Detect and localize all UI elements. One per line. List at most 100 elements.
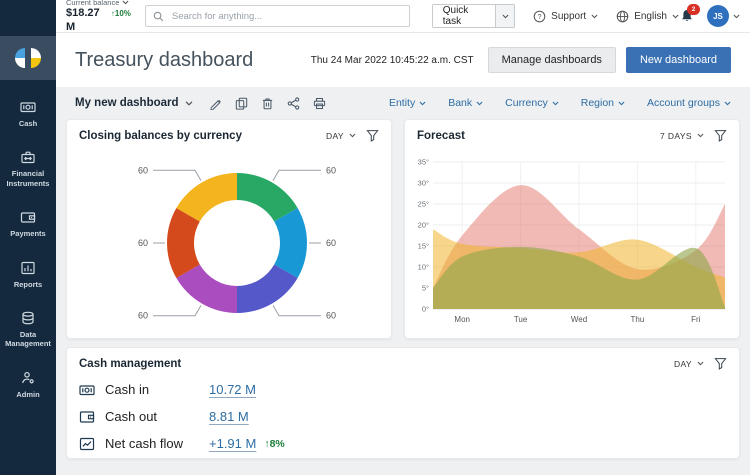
quick-task-button[interactable]: Quick task: [432, 5, 496, 27]
card-title: Forecast: [417, 129, 465, 142]
svg-text:Mon: Mon: [454, 315, 470, 324]
sidebar-nav: Cash Financial Instruments Payments Repo…: [0, 80, 56, 401]
quick-task-menu-button[interactable]: [495, 5, 515, 27]
sidebar-item-label: Cash: [18, 119, 38, 128]
help-circle-icon: ?: [533, 10, 546, 22]
current-datetime: Thu 24 Mar 2022 10:45:22 a.m. CST: [310, 54, 474, 66]
search-icon: [153, 11, 164, 21]
filter-funnel-button[interactable]: [714, 357, 727, 370]
chevron-down-icon: [349, 133, 356, 138]
print-dashboard-button[interactable]: [313, 97, 326, 110]
sidebar-item-data-management[interactable]: Data Management: [0, 308, 56, 351]
filter-bank[interactable]: Bank: [448, 97, 483, 109]
global-search: [144, 5, 410, 27]
delete-dashboard-button[interactable]: [261, 97, 274, 110]
svg-text:25°: 25°: [418, 200, 429, 209]
pencil-icon: [209, 99, 221, 110]
svg-text:60: 60: [138, 311, 148, 321]
svg-text:60: 60: [326, 165, 336, 175]
card-header: Closing balances by currency DAY: [67, 120, 391, 146]
filter-funnel-button[interactable]: [366, 129, 379, 142]
cash-out-value-link[interactable]: 8.81 M: [209, 409, 249, 424]
funnel-icon: [714, 129, 727, 142]
svg-text:60: 60: [138, 165, 148, 175]
filter-funnel-button[interactable]: [714, 129, 727, 142]
svg-text:?: ?: [538, 13, 542, 20]
filter-label: Bank: [448, 97, 473, 109]
metric-label: Cash in: [105, 382, 150, 397]
card-title: Closing balances by currency: [79, 129, 242, 142]
svg-text:60: 60: [326, 238, 336, 248]
new-dashboard-button[interactable]: New dashboard: [625, 47, 731, 73]
period-label: 7 DAYS: [659, 130, 692, 141]
language-label: English: [634, 10, 667, 22]
manage-dashboards-button[interactable]: Manage dashboards: [487, 47, 616, 73]
chevron-down-icon: [502, 14, 509, 19]
svg-text:Fri: Fri: [691, 315, 701, 324]
current-balance-value: $18.27 M: [66, 7, 100, 33]
cash-out-row: Cash out 8.81 M: [79, 403, 727, 430]
app-logo[interactable]: [0, 36, 56, 80]
filter-entity[interactable]: Entity: [389, 97, 426, 109]
support-menu[interactable]: ? Support: [533, 10, 598, 23]
copy-icon: [235, 97, 247, 110]
chevron-down-icon: [618, 101, 625, 106]
sidebar-item-cash[interactable]: Cash: [0, 97, 56, 130]
treasury-app: Cash Financial Instruments Payments Repo…: [0, 0, 750, 475]
language-menu[interactable]: English: [616, 10, 679, 23]
sidebar-item-admin[interactable]: Admin: [0, 368, 56, 401]
topbar-right-cluster: 2 JS: [679, 4, 740, 27]
cash-in-value-link[interactable]: 10.72 M: [209, 382, 256, 397]
svg-text:35°: 35°: [418, 158, 429, 167]
search-input[interactable]: [169, 9, 402, 23]
svg-text:60: 60: [138, 238, 148, 248]
svg-text:10°: 10°: [418, 263, 429, 272]
admin-user-gear-icon: [22, 371, 34, 384]
filter-label: Region: [580, 97, 615, 109]
filter-account-groups[interactable]: Account groups: [647, 97, 731, 109]
chevron-down-icon: [697, 133, 704, 138]
chevron-down-icon: [733, 14, 740, 19]
notification-count-badge: 2: [687, 4, 700, 15]
edit-dashboard-button[interactable]: [209, 97, 222, 110]
svg-text:20°: 20°: [418, 221, 429, 230]
duplicate-dashboard-button[interactable]: [235, 97, 248, 110]
filter-label: Entity: [388, 97, 416, 109]
svg-text:Tue: Tue: [514, 315, 528, 324]
user-menu[interactable]: JS: [707, 5, 740, 27]
filter-region[interactable]: Region: [581, 97, 625, 109]
svg-text:60: 60: [326, 311, 336, 321]
sidebar-item-reports[interactable]: Reports: [0, 258, 56, 291]
report-chart-icon: [21, 261, 35, 274]
chevron-down-icon: [122, 0, 129, 5]
quick-task-split-button: Quick task: [431, 4, 516, 28]
period-dropdown[interactable]: DAY: [674, 359, 704, 369]
cash-in-row: Cash in 10.72 M: [79, 376, 727, 403]
share-dashboard-button[interactable]: [287, 96, 300, 110]
brand-logo-icon: [15, 48, 41, 68]
filter-currency[interactable]: Currency: [505, 97, 559, 109]
banknote-icon: [20, 102, 36, 113]
chevron-down-icon: [476, 101, 483, 106]
period-dropdown[interactable]: 7 DAYS: [660, 131, 704, 141]
current-balance-dropdown[interactable]: Current balance $18.27 M ↑10%: [66, 0, 131, 34]
dashboard-selector[interactable]: My new dashboard: [75, 97, 193, 109]
balance-change-badge: ↑10%: [110, 9, 131, 19]
page-header: Treasury dashboard Thu 24 Mar 2022 10:45…: [56, 33, 750, 87]
net-cash-flow-value-link[interactable]: +1.91 M: [209, 436, 256, 451]
funnel-icon: [714, 357, 727, 370]
sidebar-item-label: Data Management: [5, 329, 51, 349]
sidebar-item-financial-instruments[interactable]: Financial Instruments: [0, 147, 56, 190]
chevron-down-icon: [697, 361, 704, 366]
period-dropdown[interactable]: DAY: [326, 131, 356, 141]
net-cash-flow-change: ↑8%: [264, 437, 285, 450]
net-cash-flow-row: Net cash flow +1.91 M ↑8%: [79, 430, 727, 457]
briefcase-icon: [21, 151, 35, 164]
forecast-area-chart: 0° 5° 10° 15° 20° 25° 30° 35° Mon Tue Wed Thu Fri: [418, 158, 725, 324]
sidebar-item-payments[interactable]: Payments: [0, 207, 56, 240]
closing-balances-donut-chart: 60 60 60 60 60 60: [138, 165, 336, 321]
period-label: DAY: [325, 130, 344, 141]
funnel-icon: [366, 129, 379, 142]
cash-management-card: Cash management DAY Cash in 10.72 M Cash…: [66, 347, 740, 459]
notifications-button[interactable]: 2: [679, 4, 700, 24]
